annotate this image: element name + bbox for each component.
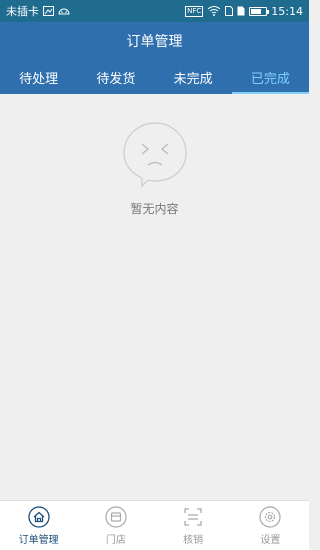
clock: 15:14 [271, 4, 303, 18]
home-circle-icon [27, 505, 50, 528]
order-list-area: 暂无内容 [0, 94, 309, 500]
tab-pending[interactable]: 待处理 [0, 60, 77, 94]
status-right: NFC 15:14 [185, 5, 303, 18]
sim-card-icon [225, 6, 234, 16]
nav-label-settings: 设置 [260, 534, 281, 546]
tab-to-ship[interactable]: 待发货 [77, 60, 154, 94]
app-header: 订单管理 待处理 待发货 未完成 已完成 [0, 22, 310, 94]
sd-card-icon [237, 6, 245, 16]
status-bar: 未插卡 NFC 15:14 [0, 0, 309, 22]
nfc-icon: NFC [185, 5, 204, 17]
nav-label-store: 门店 [105, 534, 126, 546]
tab-incomplete[interactable]: 未完成 [155, 60, 232, 94]
sad-face-bubble-icon [120, 120, 190, 192]
image-icon [43, 6, 54, 16]
nav-verify[interactable]: 核销 [155, 501, 232, 550]
nav-settings[interactable]: 设置 [232, 501, 309, 550]
wifi-icon [207, 6, 221, 16]
android-icon [58, 7, 70, 15]
store-icon [105, 505, 127, 528]
tab-completed[interactable]: 已完成 [231, 60, 310, 94]
carrier-text: 未插卡 [6, 5, 39, 18]
page-title: 订单管理 [126, 34, 183, 50]
nav-order-management[interactable]: 订单管理 [0, 501, 77, 550]
gear-icon [259, 505, 281, 528]
bottom-navigation: 订单管理 门店 核销 设置 [0, 500, 309, 550]
nav-label-verify: 核销 [183, 534, 204, 546]
nav-store[interactable]: 门店 [77, 501, 154, 550]
nav-label-order-management: 订单管理 [18, 534, 59, 546]
empty-state: 暂无内容 [0, 120, 309, 217]
status-left: 未插卡 [6, 3, 70, 19]
empty-state-text: 暂无内容 [130, 202, 179, 216]
order-tabs: 待处理 待发货 未完成 已完成 [0, 60, 310, 94]
scan-icon [182, 506, 204, 528]
battery-icon [249, 6, 270, 16]
